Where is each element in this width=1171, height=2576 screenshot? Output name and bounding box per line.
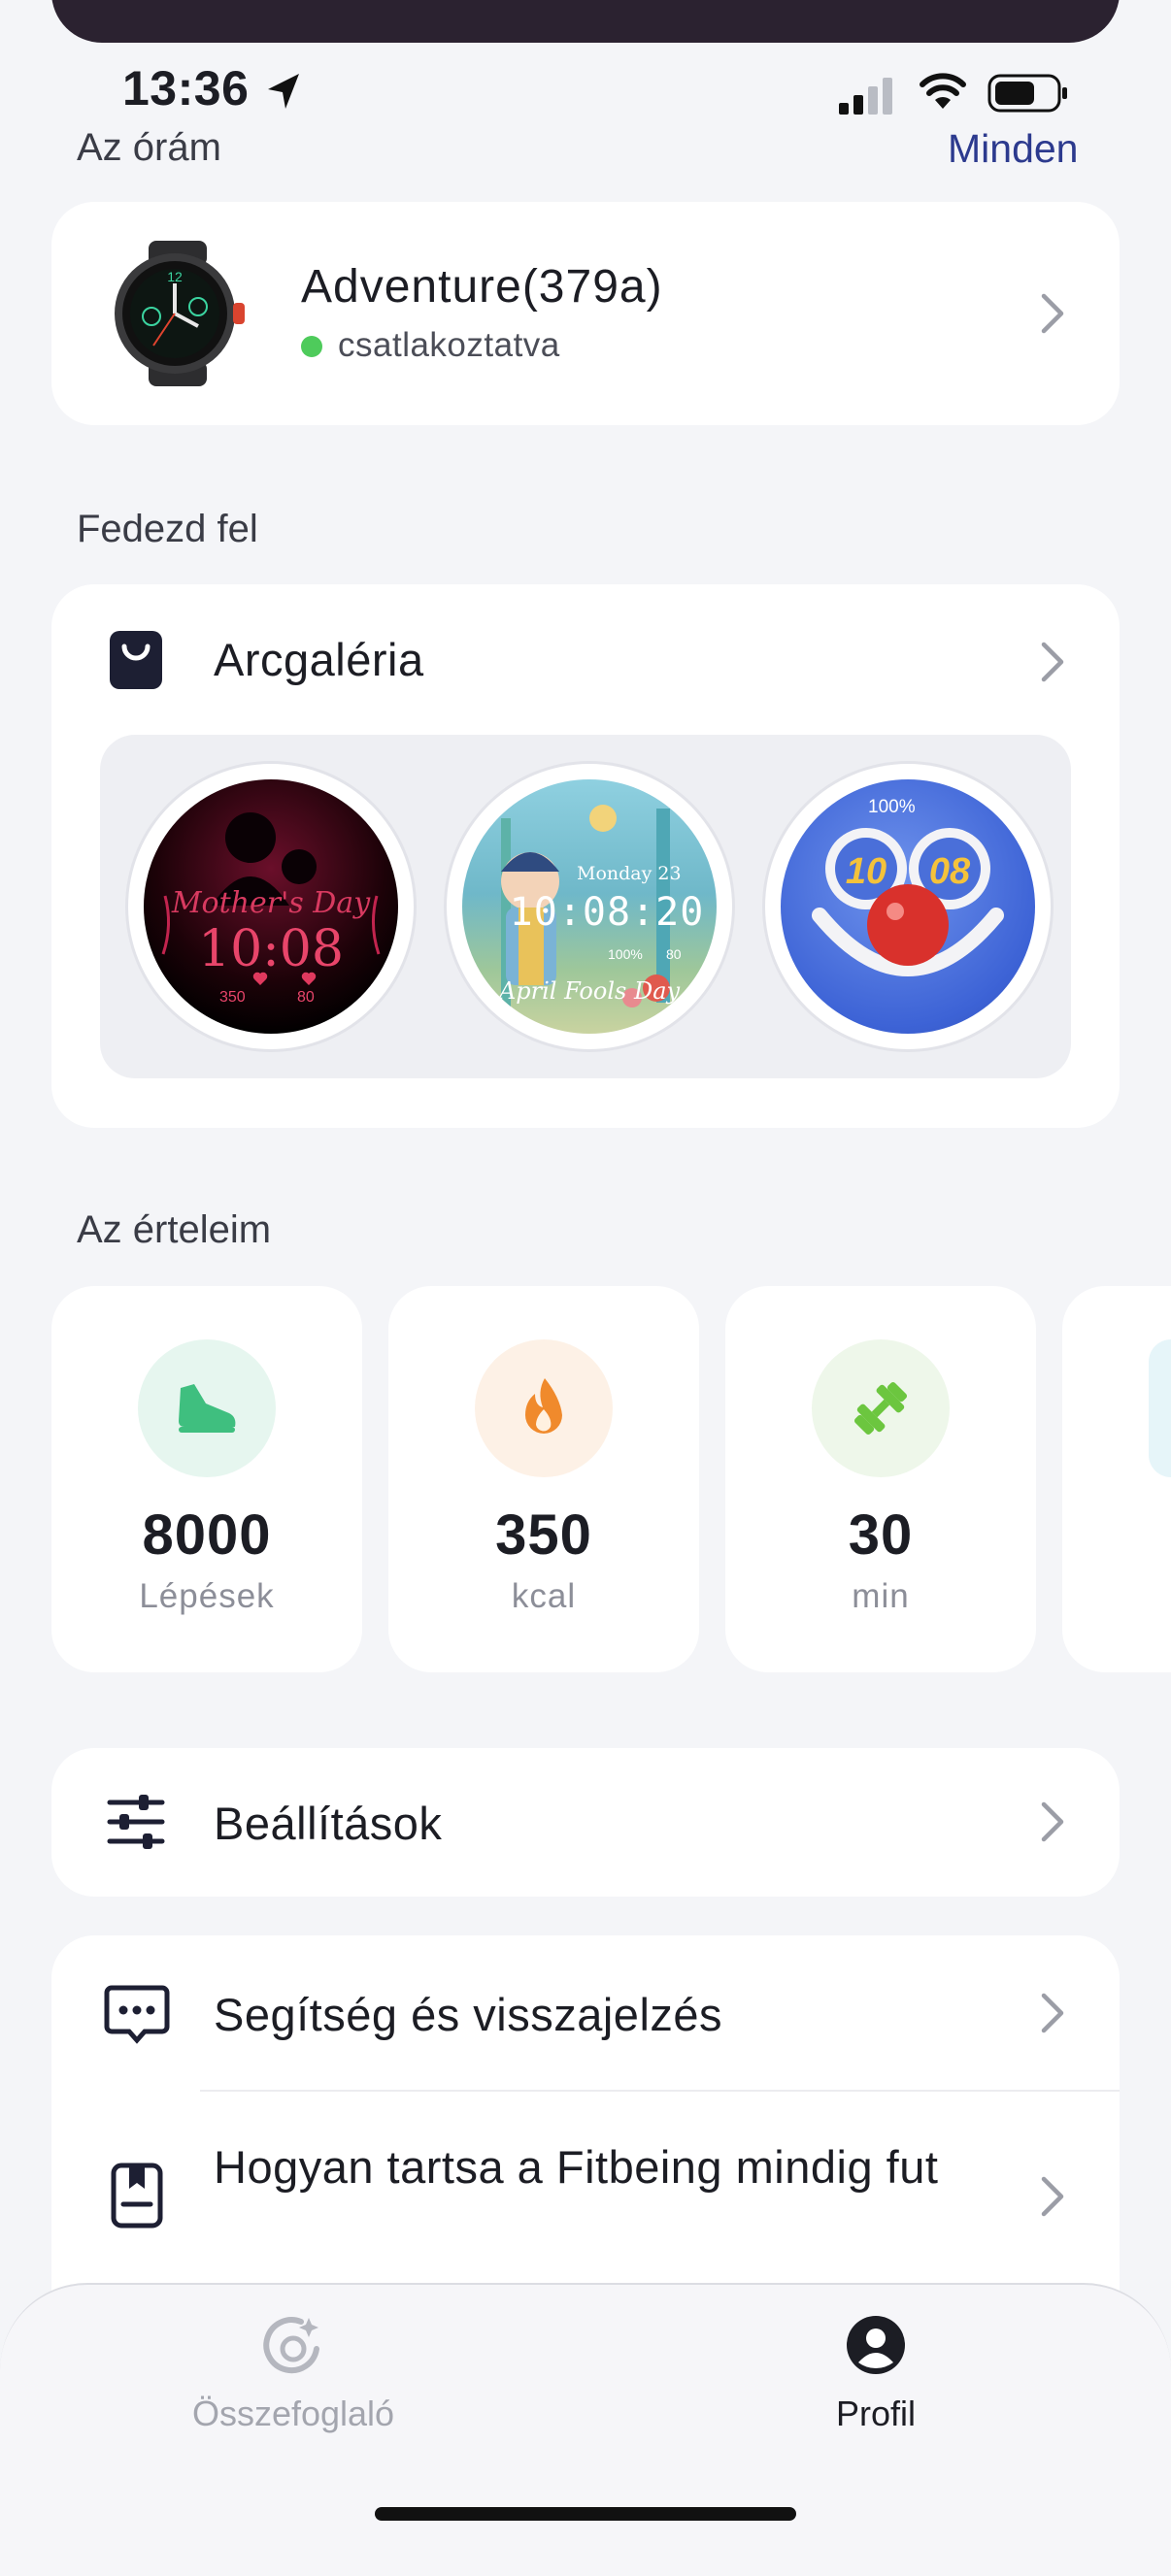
svg-text:12: 12 — [167, 269, 183, 284]
help-feedback-label: Segítség és visszajelzés — [214, 1989, 723, 2040]
connection-status: csatlakoztatva — [338, 326, 560, 364]
support-card: Segítség és visszajelzés Hogyan tartsa a… — [51, 1935, 1120, 2343]
steps-value: 8000 — [142, 1503, 272, 1567]
help-feedback-row[interactable]: Segítség és visszajelzés — [51, 1935, 1120, 2091]
watch-faces-strip: Mother's Day 10:08 350 80 Monday 23 10:0… — [100, 735, 1071, 1078]
chevron-right-icon — [1041, 642, 1064, 682]
metric-card-activity[interactable]: 30 min — [725, 1286, 1036, 1672]
face-minute: 08 — [928, 851, 971, 892]
face-heart-rate: 80 — [666, 946, 682, 962]
my-values-heading: Az érteleim — [77, 1208, 272, 1251]
face-battery: 100% — [608, 946, 643, 962]
face-title: Mother's Day — [171, 886, 371, 920]
settings-row[interactable]: Beállítások — [51, 1748, 1120, 1897]
cellular-signal-icon — [839, 78, 892, 115]
gallery-card: Arcgaléria Mother's Day 10:08 350 80 Mon… — [51, 584, 1120, 1128]
activity-value: 30 — [848, 1503, 914, 1567]
location-arrow-icon — [268, 74, 299, 109]
face-caption: April Fools Day — [498, 977, 681, 1005]
keep-running-label: Hogyan tartsa a Fitbeing mindig fut — [214, 2141, 939, 2193]
chevron-right-icon — [1041, 1801, 1064, 1842]
metric-card-calories[interactable]: 350 kcal — [388, 1286, 699, 1672]
guide-document-icon — [111, 2163, 163, 2229]
metric-card-partial[interactable] — [1062, 1286, 1171, 1672]
tab-summary[interactable]: Összefoglaló — [148, 2304, 439, 2450]
chevron-right-icon — [1041, 2176, 1064, 2217]
settings-label: Beállítások — [214, 1798, 443, 1849]
face-date: Monday 23 — [577, 863, 682, 884]
face-time: 10:08 — [198, 920, 344, 978]
flame-icon — [475, 1339, 613, 1477]
metric-card-steps[interactable]: 8000 Lépések — [51, 1286, 362, 1672]
face-gallery-row[interactable]: Arcgaléria — [51, 584, 1120, 736]
profile-icon — [847, 2316, 905, 2374]
watch-face-mothers-day[interactable]: Mother's Day 10:08 350 80 — [128, 764, 414, 1049]
calories-unit: kcal — [511, 1577, 577, 1615]
device-name: Adventure(379a) — [301, 261, 663, 313]
face-hour: 10 — [845, 851, 887, 892]
tab-bar: Összefoglaló Profil — [0, 2283, 1171, 2576]
shopping-bag-icon — [110, 631, 162, 689]
device-card[interactable]: 12 Adventure(379a) csatlakoztatva — [51, 202, 1120, 425]
connection-status-dot — [301, 336, 322, 357]
chevron-right-icon — [1041, 293, 1064, 334]
wifi-icon — [920, 73, 966, 109]
tab-profile-label: Profil — [835, 2394, 917, 2433]
battery-icon — [987, 74, 1067, 113]
watch-face-april-fools[interactable]: Monday 23 10:08:20 100% 80 April Fools D… — [447, 764, 732, 1049]
all-link[interactable]: Minden — [948, 126, 1078, 172]
dumbbell-icon — [812, 1339, 950, 1477]
steps-unit: Lépések — [139, 1577, 275, 1615]
summary-icon — [263, 2317, 319, 2374]
dynamic-island-remnant — [51, 0, 1120, 43]
face-heart-rate: 80 — [297, 989, 315, 1006]
face-gallery-label: Arcgaléria — [214, 634, 424, 685]
calories-value: 350 — [495, 1503, 592, 1567]
face-calories: 350 — [219, 989, 246, 1006]
tab-summary-label: Összefoglaló — [191, 2394, 395, 2433]
home-indicator — [375, 2507, 796, 2521]
tab-profile[interactable]: Profil — [730, 2304, 1021, 2450]
sliders-icon — [107, 1795, 165, 1849]
activity-unit: min — [852, 1577, 910, 1615]
chevron-right-icon — [1041, 1993, 1064, 2033]
face-time: 10:08:20 — [509, 890, 705, 935]
discover-heading: Fedezd fel — [77, 508, 258, 550]
watch-face-clown[interactable]: 100% 10 08 — [765, 764, 1051, 1049]
watch-image: 12 — [115, 241, 245, 386]
face-battery: 100% — [868, 797, 916, 817]
feedback-message-icon — [104, 1985, 170, 2044]
my-watch-heading: Az órám — [77, 126, 221, 169]
status-time: 13:36 — [122, 61, 250, 116]
shoe-icon — [138, 1339, 276, 1477]
metric-icon-partial — [1149, 1339, 1171, 1477]
